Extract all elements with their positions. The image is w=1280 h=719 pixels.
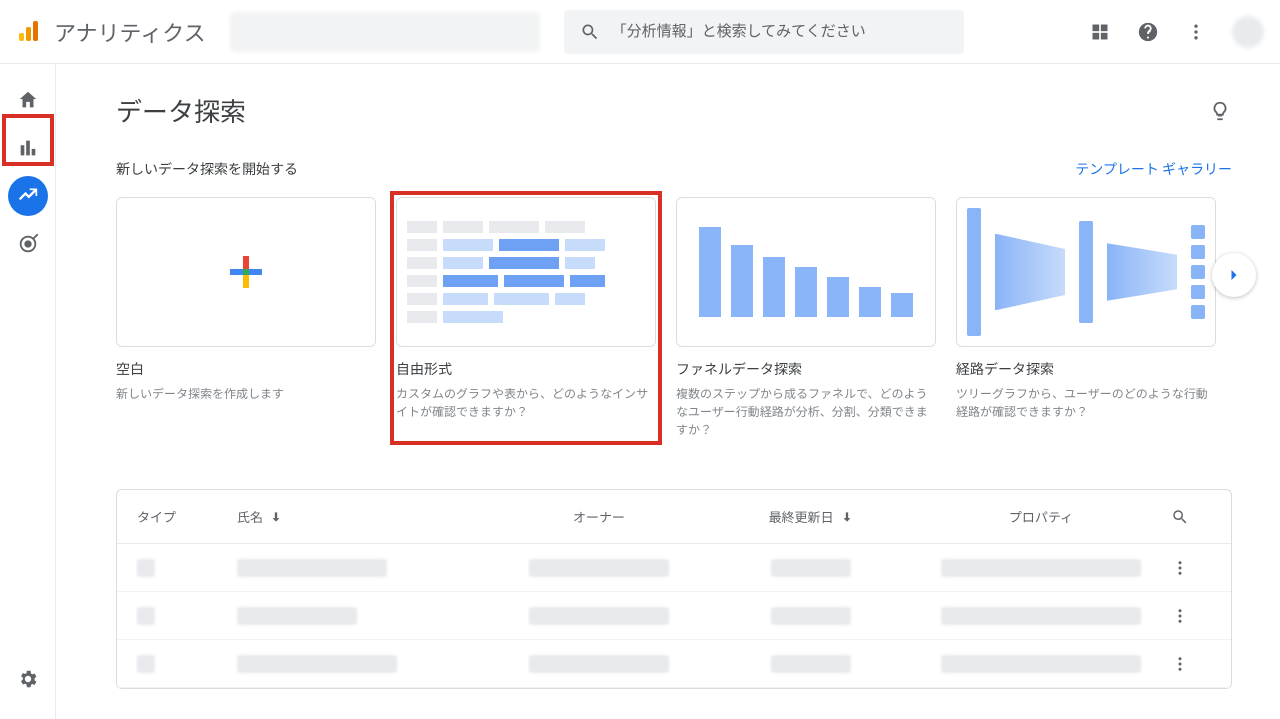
nav-home[interactable] <box>8 80 48 120</box>
card-title: 自由形式 <box>396 359 656 379</box>
table-header: タイプ 氏名 オーナー 最終更新日 プロパティ <box>117 490 1231 544</box>
card-funnel-thumb <box>676 197 936 347</box>
card-title: ファネルデータ探索 <box>676 359 936 379</box>
table-search-button[interactable] <box>1171 508 1211 526</box>
side-nav <box>0 64 56 719</box>
bar-chart-icon <box>17 137 39 159</box>
card-freeform[interactable]: 自由形式 カスタムのグラフや表から、どのようなインサイトが確認できますか？ <box>396 197 656 439</box>
home-icon <box>17 89 39 111</box>
card-funnel[interactable]: ファネルデータ探索 複数のステップから成るファネルで、どのようなユーザー行動経路… <box>676 197 936 439</box>
card-title: 経路データ探索 <box>956 359 1216 379</box>
col-updated[interactable]: 最終更新日 <box>711 507 911 526</box>
nav-admin[interactable] <box>8 659 48 699</box>
arrow-down-icon <box>840 510 854 524</box>
more-vert-icon <box>1171 559 1189 577</box>
more-vert-icon <box>1171 607 1189 625</box>
col-name[interactable]: 氏名 <box>237 507 487 526</box>
explore-icon <box>18 186 38 206</box>
chevron-right-icon <box>1224 265 1244 285</box>
row-menu-button[interactable] <box>1171 607 1211 625</box>
card-blank[interactable]: 空白 新しいデータ探索を作成します <box>116 197 376 439</box>
col-type[interactable]: タイプ <box>137 507 237 526</box>
explorations-table: タイプ 氏名 オーナー 最終更新日 プロパティ <box>116 489 1232 689</box>
analytics-logo-icon <box>16 20 40 44</box>
nav-advertising[interactable] <box>8 224 48 264</box>
search-icon <box>1171 508 1189 526</box>
card-desc: ツリーグラフから、ユーザーのどのような行動経路が確認できますか？ <box>956 385 1216 421</box>
card-desc: 複数のステップから成るファネルで、どのようなユーザー行動経路が分析、分割、分類で… <box>676 385 936 439</box>
account-picker[interactable] <box>230 12 540 52</box>
template-cards: 空白 新しいデータ探索を作成します 自由形式 カスタムのグラフや表か <box>116 197 1232 439</box>
row-menu-button[interactable] <box>1171 655 1211 673</box>
nav-explore[interactable] <box>8 176 48 216</box>
table-row[interactable] <box>117 592 1231 640</box>
card-path-thumb <box>956 197 1216 347</box>
more-vert-icon <box>1171 655 1189 673</box>
plus-icon <box>226 252 266 292</box>
main-content: データ探索 新しいデータ探索を開始する テンプレート ギャラリー <box>56 64 1280 719</box>
target-icon <box>17 233 39 255</box>
tips-icon[interactable] <box>1208 99 1232 123</box>
card-desc: 新しいデータ探索を作成します <box>116 385 376 403</box>
product-name: アナリティクス <box>54 16 206 48</box>
scroll-next-button[interactable] <box>1212 253 1256 297</box>
card-desc: カスタムのグラフや表から、どのようなインサイトが確認できますか？ <box>396 385 656 421</box>
card-path[interactable]: 経路データ探索 ツリーグラフから、ユーザーのどのような行動経路が確認できますか？ <box>956 197 1216 439</box>
card-blank-thumb <box>116 197 376 347</box>
search-icon <box>580 22 600 42</box>
row-menu-button[interactable] <box>1171 559 1211 577</box>
avatar[interactable] <box>1232 16 1264 48</box>
product-logo[interactable]: アナリティクス <box>16 16 206 48</box>
app-header: アナリティクス <box>0 0 1280 64</box>
card-freeform-thumb <box>396 197 656 347</box>
help-icon[interactable] <box>1136 20 1160 44</box>
apps-icon[interactable] <box>1088 20 1112 44</box>
search-box[interactable] <box>564 10 964 54</box>
section-subtitle: 新しいデータ探索を開始する <box>116 159 1075 179</box>
search-input[interactable] <box>612 23 948 40</box>
gear-icon <box>17 668 39 690</box>
more-icon[interactable] <box>1184 20 1208 44</box>
table-row[interactable] <box>117 544 1231 592</box>
col-owner[interactable]: オーナー <box>487 507 711 526</box>
card-title: 空白 <box>116 359 376 379</box>
table-row[interactable] <box>117 640 1231 688</box>
col-property[interactable]: プロパティ <box>911 507 1171 526</box>
header-actions <box>1088 16 1264 48</box>
template-gallery-link[interactable]: テンプレート ギャラリー <box>1075 159 1232 179</box>
arrow-down-icon <box>269 510 283 524</box>
page-title: データ探索 <box>116 92 1208 129</box>
nav-reports[interactable] <box>8 128 48 168</box>
